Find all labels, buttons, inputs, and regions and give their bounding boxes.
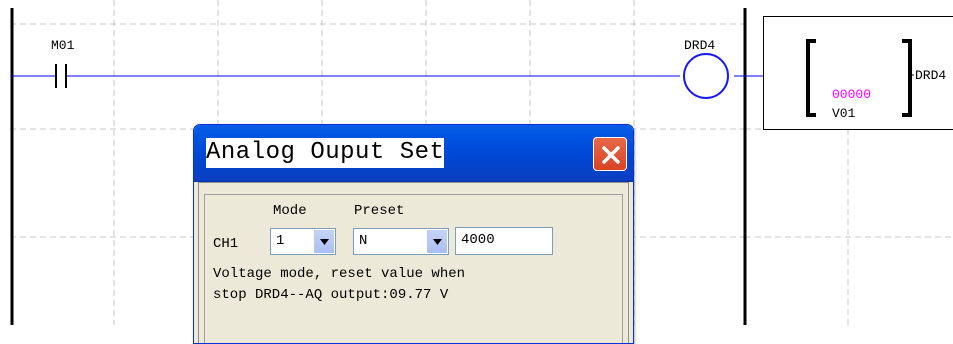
function-block[interactable]: 00000 V01 DRD4 bbox=[763, 16, 953, 130]
mode-select-value: 1 bbox=[276, 233, 285, 249]
coil-symbol bbox=[683, 53, 729, 99]
preset-value-input[interactable]: 4000 bbox=[455, 227, 553, 255]
mode-header: Mode bbox=[273, 203, 307, 219]
close-button[interactable] bbox=[593, 137, 627, 171]
contact-label: M01 bbox=[51, 38, 75, 53]
preset-select[interactable]: N bbox=[353, 228, 449, 255]
contact-symbol bbox=[55, 64, 67, 88]
function-block-register: V01 bbox=[832, 106, 856, 121]
close-icon bbox=[602, 146, 620, 164]
mode-select[interactable]: 1 bbox=[270, 228, 336, 255]
dialog-title: Analog Ouput Set bbox=[206, 138, 445, 168]
coil-label: DRD4 bbox=[684, 38, 716, 53]
description-line2: stop DRD4--AQ output:09.77 V bbox=[213, 287, 449, 303]
ladder-canvas[interactable]: M01 DRD4 00000 V01 DRD4 Analog Ouput Set… bbox=[0, 0, 953, 344]
analog-output-dialog: Analog Ouput Set Mode Preset CH1 1 N 400… bbox=[193, 124, 634, 344]
function-block-output: DRD4 bbox=[915, 68, 947, 83]
channel-label: CH1 bbox=[213, 236, 239, 252]
function-block-value: 00000 bbox=[832, 87, 872, 102]
description-line1: Voltage mode, reset value when bbox=[213, 266, 466, 282]
preset-dropdown-button[interactable] bbox=[427, 230, 447, 253]
chevron-down-icon bbox=[433, 239, 442, 245]
mode-dropdown-button[interactable] bbox=[314, 230, 334, 253]
chevron-down-icon bbox=[320, 239, 329, 245]
preset-select-value: N bbox=[359, 233, 368, 249]
preset-header: Preset bbox=[354, 203, 405, 219]
